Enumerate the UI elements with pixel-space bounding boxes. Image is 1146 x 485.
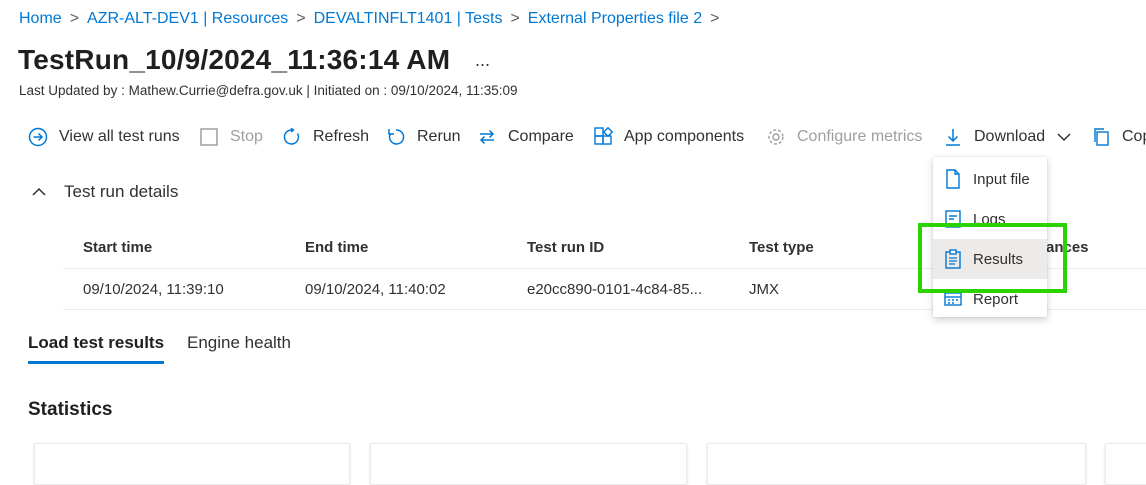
- compare-icon: [476, 126, 498, 148]
- app-components-icon: [592, 126, 614, 148]
- refresh-button[interactable]: Refresh: [281, 122, 369, 152]
- download-button[interactable]: Download: [942, 122, 1075, 152]
- column-start-time: Start time: [83, 239, 153, 256]
- refresh-icon: [281, 126, 303, 148]
- stat-card: [1105, 443, 1146, 485]
- highlight-box: [918, 223, 1067, 293]
- chevron-right-icon: >: [69, 10, 80, 27]
- chevron-up-icon: [32, 187, 46, 196]
- stop-icon: [198, 126, 220, 148]
- stat-card: [370, 443, 687, 485]
- last-updated-info: Last Updated by : Mathew.Currie@defra.go…: [19, 83, 518, 98]
- chevron-down-icon: [1053, 126, 1075, 148]
- page-title: TestRun_10/9/2024_11:36:14 AM: [18, 44, 451, 75]
- test-type-value: JMX: [749, 281, 779, 298]
- stop-button[interactable]: Stop: [198, 122, 263, 152]
- file-icon: [943, 169, 963, 189]
- rerun-icon: [385, 126, 407, 148]
- chevron-right-icon: >: [710, 10, 720, 27]
- configure-metrics-label: Configure metrics: [797, 128, 923, 145]
- app-components-button[interactable]: App components: [592, 122, 744, 152]
- breadcrumb: Home > AZR-ALT-DEV1 | Resources > DEVALTINFL…: [19, 10, 727, 28]
- chevron-right-icon: >: [510, 10, 520, 27]
- breadcrumb-resources[interactable]: AZR-ALT-DEV1 | Resources: [87, 10, 288, 27]
- breadcrumb-test[interactable]: External Properties file 2: [528, 10, 702, 27]
- menu-item-label: Report: [973, 290, 1019, 308]
- tab-load-test-results[interactable]: Load test results: [28, 333, 165, 364]
- column-test-run-id: Test run ID: [527, 239, 605, 256]
- start-time-value: 09/10/2024, 11:39:10: [83, 281, 224, 298]
- rerun-label: Rerun: [417, 128, 461, 145]
- copy-label: Cop: [1122, 128, 1146, 145]
- copy-icon: [1090, 126, 1112, 148]
- app-components-label: App components: [624, 128, 745, 145]
- more-options-button[interactable]: ...: [475, 50, 490, 71]
- end-time-value: 09/10/2024, 11:40:02: [305, 281, 446, 298]
- download-label: Download: [974, 128, 1046, 145]
- compare-button[interactable]: Compare: [476, 122, 574, 152]
- gear-icon: [765, 126, 787, 148]
- menu-item-input-file[interactable]: Input file: [933, 159, 1047, 199]
- breadcrumb-tests[interactable]: DEVALTINFLT1401 | Tests: [314, 10, 503, 27]
- column-end-time: End time: [305, 239, 369, 256]
- test-run-details-label: Test run details: [64, 182, 179, 201]
- configure-metrics-button[interactable]: Configure metrics: [765, 122, 922, 152]
- copy-button[interactable]: Cop: [1090, 122, 1146, 152]
- column-test-type: Test type: [749, 239, 814, 256]
- stat-card: [34, 443, 350, 485]
- tab-engine-health[interactable]: Engine health: [187, 333, 291, 361]
- view-all-test-runs-button[interactable]: View all test runs: [27, 122, 180, 152]
- chevron-right-icon: >: [296, 10, 306, 27]
- breadcrumb-home[interactable]: Home: [19, 10, 62, 27]
- test-run-details-toggle[interactable]: Test run details: [30, 182, 178, 202]
- view-all-label: View all test runs: [59, 128, 180, 145]
- rerun-button[interactable]: Rerun: [385, 122, 461, 152]
- menu-item-label: Input file: [973, 170, 1030, 188]
- download-icon: [942, 126, 964, 148]
- statistics-heading: Statistics: [28, 399, 113, 420]
- stop-label: Stop: [230, 128, 263, 145]
- command-bar: View all test runs Stop Refresh Rerun Co…: [0, 122, 1146, 152]
- stat-card: [707, 443, 1086, 485]
- refresh-label: Refresh: [313, 128, 370, 145]
- compare-label: Compare: [508, 128, 574, 145]
- test-run-id-value: e20cc890-0101-4c84-85...: [527, 281, 703, 298]
- arrow-circle-right-icon: [27, 126, 49, 148]
